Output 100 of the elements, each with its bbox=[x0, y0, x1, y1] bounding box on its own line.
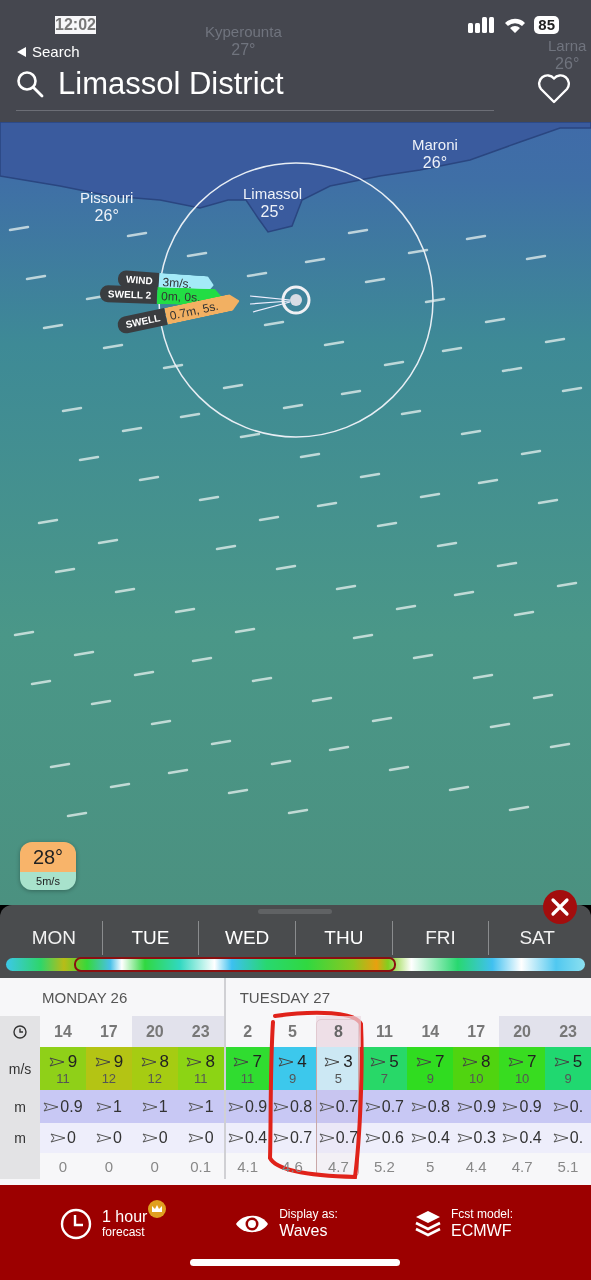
day-tab[interactable]: SAT bbox=[488, 921, 586, 955]
temperature-text: 28° bbox=[20, 842, 76, 872]
unit-label: m bbox=[0, 1090, 40, 1123]
day-tab[interactable]: TUE bbox=[101, 921, 199, 955]
hour-cell-text: 17 bbox=[466, 1021, 487, 1042]
wind-speed-text: 5m/s bbox=[20, 872, 76, 890]
place-temperature: 25° bbox=[260, 202, 285, 221]
battery-indicator: 85 bbox=[534, 16, 559, 34]
swell-height: 0.9 bbox=[473, 1097, 496, 1116]
direction-arrow-icon bbox=[95, 1133, 112, 1143]
direction-arrow-icon bbox=[50, 1133, 66, 1143]
direction-arrow-icon bbox=[278, 1057, 295, 1067]
search-icon bbox=[16, 70, 44, 98]
swell-height: 0.7 bbox=[289, 1129, 313, 1147]
footer-option[interactable]: Display as: Waves bbox=[211, 1200, 362, 1241]
direction-arrow-icon bbox=[228, 1101, 244, 1112]
direction-arrow-icon bbox=[410, 1133, 427, 1143]
swell-height: 0.7 bbox=[335, 1097, 359, 1116]
swell-height: 1 bbox=[204, 1097, 214, 1116]
value-cell-text: 0 bbox=[149, 1156, 160, 1177]
day-tab[interactable]: WED bbox=[198, 921, 295, 955]
day-tab[interactable]: THU bbox=[295, 921, 392, 955]
hour-cell-text: 11 bbox=[374, 1021, 394, 1042]
hour-cell: 20 bbox=[499, 1016, 546, 1047]
gust-speed: 11 bbox=[193, 1072, 208, 1085]
place-name: Pissouri bbox=[80, 190, 134, 207]
favorite-heart-icon[interactable] bbox=[537, 73, 571, 104]
swell-height: 0 bbox=[67, 1129, 76, 1147]
option-caption: forecast bbox=[102, 1226, 146, 1241]
status-time: 12:02 bbox=[55, 16, 96, 34]
direction-arrow-icon bbox=[272, 1133, 289, 1143]
gust-speed: 9 bbox=[288, 1072, 297, 1085]
swell-height: 0.8 bbox=[427, 1097, 450, 1116]
option-value: Waves bbox=[279, 1221, 329, 1241]
option-caption: Display as: bbox=[279, 1208, 338, 1222]
day-heading: MONDAY 26 bbox=[41, 987, 129, 1008]
forecast-color-bar[interactable] bbox=[6, 958, 585, 971]
direction-arrow-icon bbox=[228, 1133, 244, 1143]
swell-height: 1 bbox=[158, 1097, 168, 1116]
location-badge[interactable]: 28° 5m/s bbox=[20, 842, 76, 890]
wind-speed: 5 bbox=[389, 1052, 399, 1072]
hour-cell-text: 17 bbox=[98, 1021, 119, 1042]
option-value: ECMWF bbox=[451, 1221, 513, 1241]
value-cell-text: 4.7 bbox=[510, 1156, 534, 1177]
swell-height: 0.9 bbox=[519, 1097, 542, 1116]
swell-height: 0.7 bbox=[381, 1097, 404, 1116]
value-cell-text: 0.1 bbox=[189, 1156, 213, 1177]
value-cell-text: 5.2 bbox=[372, 1156, 396, 1177]
swell-height: 0.4 bbox=[427, 1129, 450, 1147]
swell-height: 0. bbox=[569, 1129, 584, 1147]
gust-speed: 5 bbox=[334, 1072, 343, 1085]
hour-cell-text: 14 bbox=[53, 1021, 73, 1042]
wind-speed: 5 bbox=[572, 1052, 583, 1072]
direction-arrow-icon bbox=[370, 1057, 387, 1067]
direction-arrow-icon bbox=[461, 1057, 478, 1067]
direction-arrow-icon bbox=[553, 1057, 570, 1067]
back-triangle-icon bbox=[17, 46, 27, 57]
layer-label: SWELL 2 bbox=[99, 285, 158, 304]
footer-option[interactable]: 1 hour forecast bbox=[60, 1200, 211, 1241]
clock-icon bbox=[13, 1024, 27, 1039]
swell-height: 0.8 bbox=[289, 1097, 313, 1116]
value-cell-text: 4.7 bbox=[327, 1156, 350, 1177]
value-cell-text: 5 bbox=[425, 1156, 436, 1177]
wifi-icon bbox=[504, 17, 527, 33]
gust-speed: 11 bbox=[56, 1072, 70, 1085]
direction-arrow-icon bbox=[364, 1101, 381, 1112]
direction-arrow-icon bbox=[410, 1101, 427, 1112]
wind-speed: 8 bbox=[159, 1052, 169, 1072]
direction-arrow-icon bbox=[416, 1057, 433, 1067]
close-button[interactable] bbox=[543, 890, 577, 924]
wind-speed: 8 bbox=[480, 1052, 491, 1072]
hour-cell-text: 14 bbox=[420, 1021, 441, 1042]
gust-speed: 7 bbox=[380, 1072, 388, 1085]
place-name: Limassol bbox=[243, 186, 303, 203]
wind-speed: 3 bbox=[343, 1052, 353, 1072]
layers-icon bbox=[415, 1210, 441, 1239]
back-link[interactable]: Search bbox=[17, 43, 80, 60]
day-tab[interactable]: MON bbox=[6, 921, 102, 955]
selected-range-outline[interactable] bbox=[73, 957, 396, 972]
option-caption: Fcst model: bbox=[451, 1208, 513, 1222]
wind-speed: 8 bbox=[205, 1052, 215, 1072]
signal-icon bbox=[468, 17, 497, 33]
wind-speed: 4 bbox=[297, 1052, 307, 1072]
direction-arrow-icon bbox=[552, 1101, 569, 1112]
layer-label: SWELL bbox=[116, 308, 168, 335]
footer-option[interactable]: Fcst model: ECMWF bbox=[362, 1200, 583, 1241]
search-field[interactable]: Limassol District bbox=[16, 66, 494, 111]
direction-arrow-icon bbox=[48, 1057, 65, 1067]
hour-cell-text: 5 bbox=[287, 1021, 298, 1042]
swell-height: 0.4 bbox=[519, 1129, 542, 1147]
direction-arrow-icon bbox=[502, 1133, 519, 1143]
swell-height: 0.3 bbox=[473, 1129, 496, 1147]
swell-height: 0.9 bbox=[245, 1097, 268, 1116]
hour-cell: 23 bbox=[177, 1016, 224, 1047]
direction-arrow-icon bbox=[324, 1057, 341, 1067]
gust-speed: 12 bbox=[147, 1072, 162, 1085]
day-tab[interactable]: FRI bbox=[391, 921, 489, 955]
gust-speed: 11 bbox=[240, 1072, 255, 1085]
direction-arrow-icon bbox=[187, 1133, 204, 1143]
value-cell-text: 4.4 bbox=[464, 1156, 488, 1177]
